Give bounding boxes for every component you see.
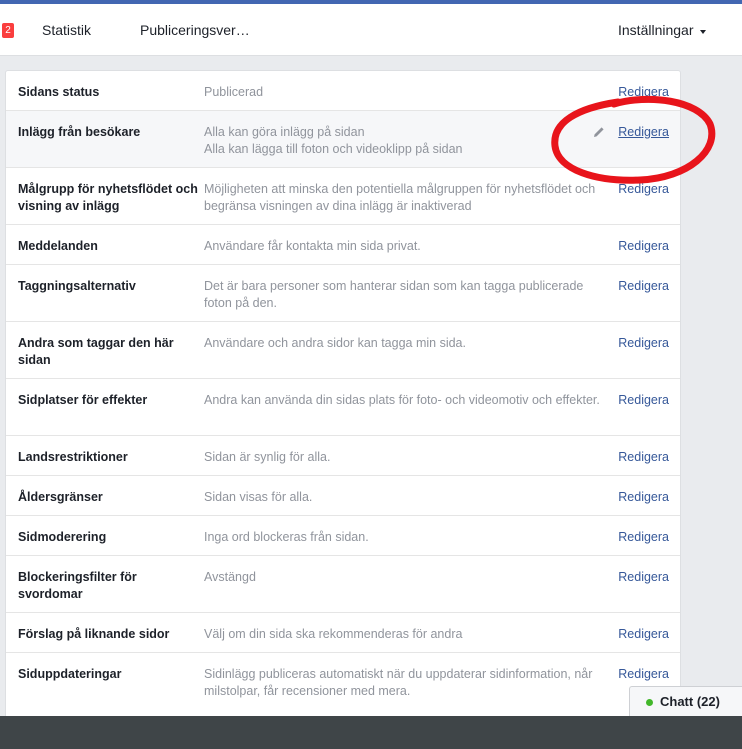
setting-value: Välj om din sida ska rekommenderas för a… — [204, 627, 463, 641]
edit-link[interactable]: Redigera — [618, 626, 669, 643]
setting-label: Landsrestriktioner — [18, 450, 128, 464]
chat-label: Chatt (22) — [660, 694, 720, 709]
settings-row: Sidans status Publicerad Redigera — [6, 71, 680, 110]
caret-down-icon — [699, 30, 706, 35]
setting-label: Siduppdateringar — [18, 667, 122, 681]
setting-value: Sidan är synlig för alla. — [204, 450, 331, 464]
edit-link[interactable]: Redigera — [618, 392, 669, 409]
edit-link[interactable]: Redigera — [618, 569, 669, 586]
edit-link[interactable]: Redigera — [618, 666, 669, 683]
settings-row: Målgrupp för nyhetsflödet och visning av… — [6, 167, 680, 225]
chat-tab[interactable]: Chatt (22) — [629, 686, 742, 716]
edit-link[interactable]: Redigera — [618, 489, 669, 506]
setting-label: Sidans status — [18, 85, 100, 99]
settings-row: Sidplatser för effekter Andra kan använd… — [6, 378, 680, 436]
setting-label: Meddelanden — [18, 239, 98, 253]
settings-row: Taggningsalternativ Det är bara personer… — [6, 264, 680, 322]
setting-value: Sidan visas för alla. — [204, 490, 313, 504]
settings-row: Inlägg från besökare Alla kan göra inläg… — [6, 110, 680, 168]
settings-card: Sidans status Publicerad Redigera Inlägg… — [5, 70, 681, 732]
settings-row: Blockeringsfilter för svordomar Avstängd… — [6, 555, 680, 613]
setting-label: Sidplatser för effekter — [18, 393, 148, 407]
edit-link[interactable]: Redigera — [618, 278, 669, 295]
settings-row: Åldersgränser Sidan visas för alla. Redi… — [6, 475, 680, 516]
settings-row: Landsrestriktioner Sidan är synlig för a… — [6, 435, 680, 476]
setting-value: Användare och andra sidor kan tagga min … — [204, 336, 466, 350]
settings-row: Andra som taggar den här sidan Användare… — [6, 321, 680, 379]
edit-link[interactable]: Redigera — [618, 238, 669, 255]
setting-value: Andra kan använda din sidas plats för fo… — [204, 393, 600, 407]
edit-link[interactable]: Redigera — [618, 181, 669, 198]
setting-label: Andra som taggar den här sidan — [18, 336, 174, 367]
tab-publiceringsverktyg[interactable]: Publiceringsver… — [140, 21, 250, 39]
setting-label: Taggningsalternativ — [18, 279, 136, 293]
edit-link[interactable]: Redigera — [618, 449, 669, 466]
setting-label: Sidmoderering — [18, 530, 107, 544]
setting-value: Sidinlägg publiceras automatiskt när du … — [204, 667, 593, 698]
footer-bar — [0, 716, 742, 749]
settings-row: Sidmoderering Inga ord blockeras från si… — [6, 515, 680, 556]
edit-link[interactable]: Redigera — [618, 124, 669, 141]
setting-value: Publicerad — [204, 85, 264, 99]
setting-value: Det är bara personer som hanterar sidan … — [204, 279, 584, 310]
notification-badge[interactable]: 2 — [2, 23, 14, 38]
edit-link[interactable]: Redigera — [618, 529, 669, 546]
setting-value: Avstängd — [204, 570, 256, 584]
settings-row: Förslag på liknande sidor Välj om din si… — [6, 612, 680, 653]
setting-value: Alla kan göra inlägg på sidan Alla kan l… — [204, 125, 463, 156]
edit-link[interactable]: Redigera — [618, 84, 669, 101]
tab-installningar[interactable]: Inställningar — [618, 21, 706, 39]
settings-row: Meddelanden Användare får kontakta min s… — [6, 224, 680, 265]
tab-statistik[interactable]: Statistik — [42, 21, 91, 39]
setting-label: Blockeringsfilter för svordomar — [18, 570, 137, 601]
settings-tab-label: Inställningar — [618, 22, 694, 38]
setting-value: Användare får kontakta min sida privat. — [204, 239, 421, 253]
setting-label: Åldersgränser — [18, 490, 103, 504]
setting-label: Inlägg från besökare — [18, 125, 141, 139]
edit-link[interactable]: Redigera — [618, 335, 669, 352]
online-dot-icon — [646, 699, 653, 706]
setting-value: Inga ord blockeras från sidan. — [204, 530, 369, 544]
setting-label: Målgrupp för nyhetsflödet och visning av… — [18, 182, 198, 213]
setting-label: Förslag på liknande sidor — [18, 627, 170, 641]
setting-value: Möjligheten att minska den potentiella m… — [204, 182, 596, 213]
pencil-icon — [594, 127, 604, 137]
page-top-nav: 2 Statistik Publiceringsver… Inställning… — [0, 4, 742, 56]
